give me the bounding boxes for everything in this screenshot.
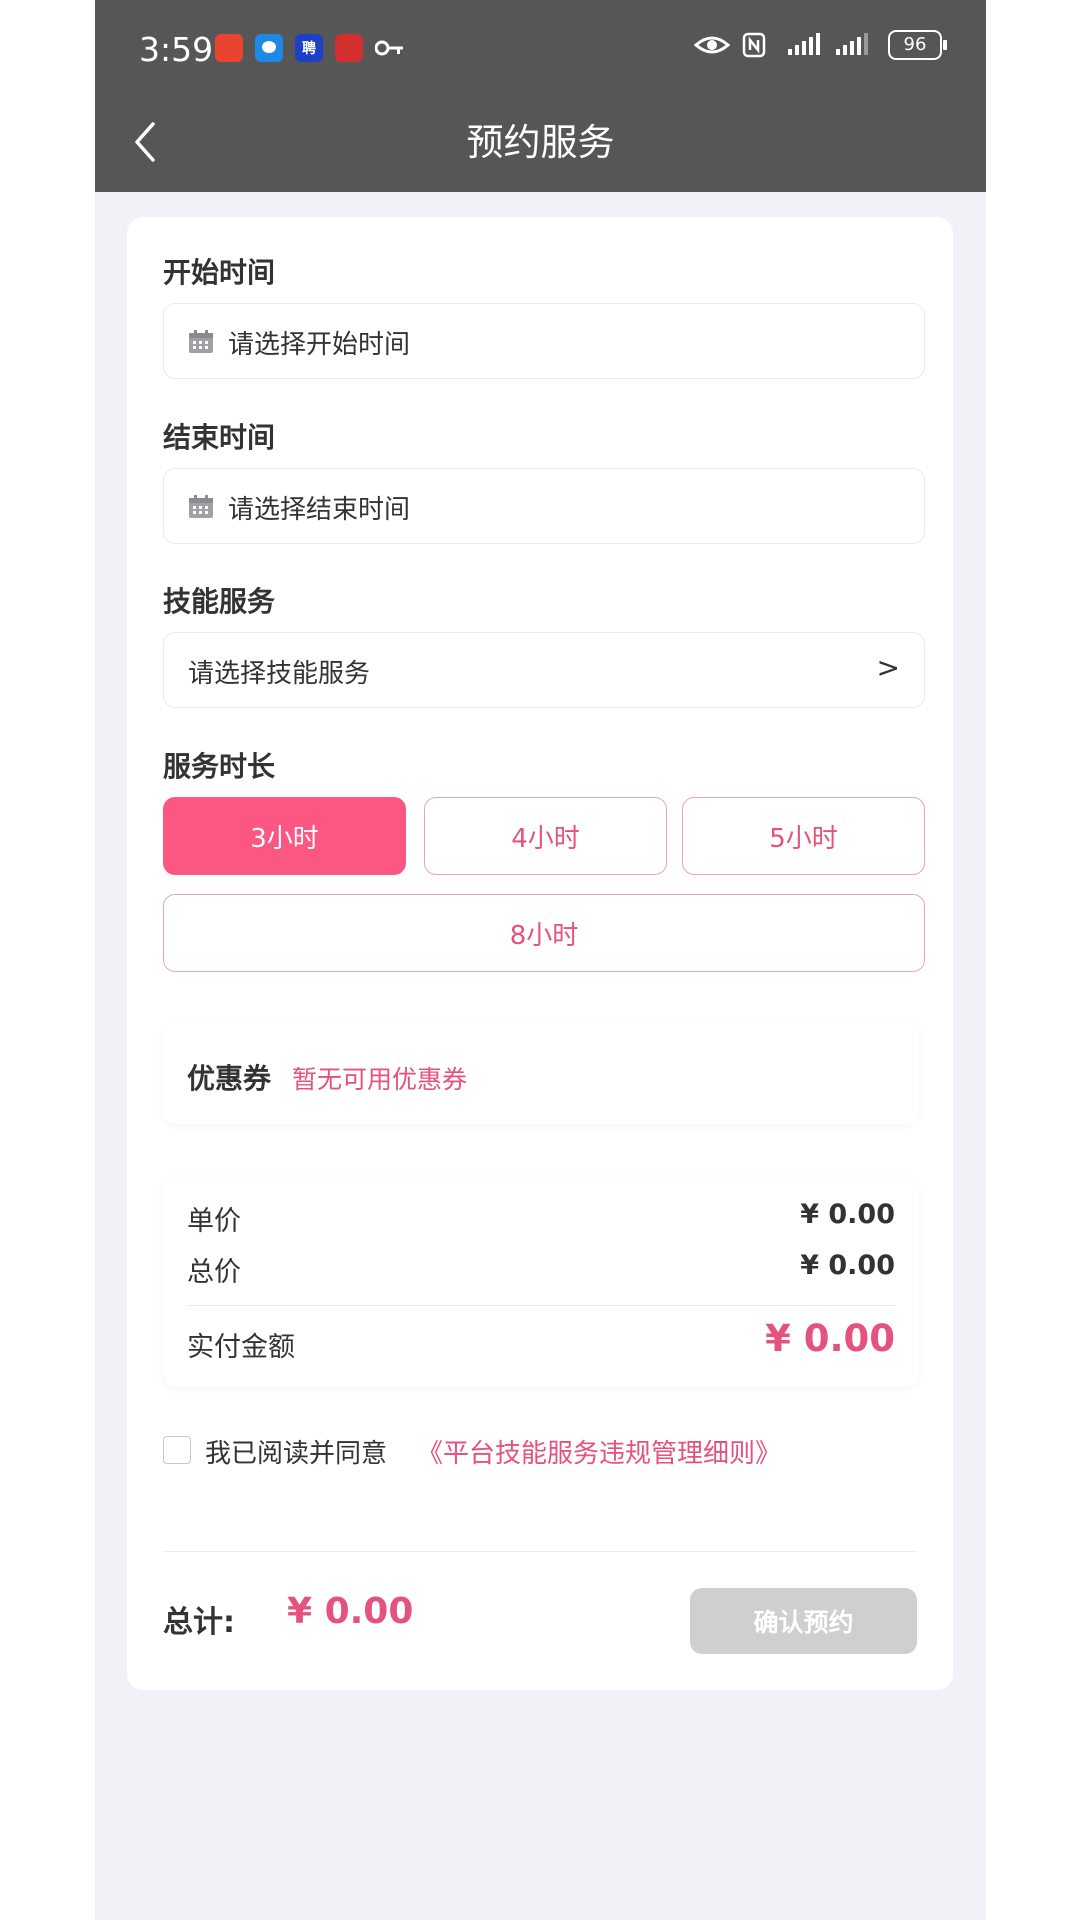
booking-card: 开始时间 请选择开始时间 结束时间 请选择结束时间 技能服务 请选择技能服务 >…: [127, 217, 953, 1690]
start-time-placeholder: 请选择开始时间: [228, 330, 411, 360]
agreement-checkbox[interactable]: [163, 1436, 191, 1464]
duration-option-3h[interactable]: 3小时: [163, 797, 406, 875]
agreement-link[interactable]: 《平台技能服务违规管理细则》: [417, 1433, 781, 1470]
status-time: 3:59: [139, 30, 214, 69]
duration-option-4h[interactable]: 4小时: [424, 797, 667, 875]
total-price-row: 总价 ¥ 0.00: [187, 1250, 895, 1289]
start-time-label: 开始时间: [163, 256, 276, 289]
duration-label: 服务时长: [163, 750, 276, 783]
page-title: 预约服务: [466, 121, 615, 164]
price-summary: 单价 ¥ 0.00 总价 ¥ 0.00 实付金额 ¥ 0.00: [163, 1177, 919, 1387]
battery-indicator: 96: [888, 30, 947, 60]
signal-icon-1: [788, 33, 820, 55]
app-icon-red: [215, 34, 243, 62]
phone-screen: 3:59 聘 96 预约服务 开始时间 请选择开始时间 结束时间 请选择结束时间…: [95, 0, 986, 1920]
eye-icon: [694, 36, 730, 54]
key-icon: [375, 40, 403, 56]
duration-option-5h[interactable]: 5小时: [682, 797, 925, 875]
top-bar: 3:59 聘 96 预约服务: [95, 0, 986, 192]
grand-total-value: ¥ 0.00: [287, 1591, 414, 1632]
chevron-right-icon: >: [876, 651, 900, 684]
notification-icons: 聘: [215, 34, 405, 62]
paid-amount-value: ¥ 0.00: [765, 1317, 895, 1360]
app-icon-recruit: 聘: [295, 34, 323, 62]
footer-divider: [163, 1551, 917, 1552]
app-icon-chat: [255, 34, 283, 62]
coupon-card[interactable]: 优惠券 暂无可用优惠券: [163, 1022, 919, 1124]
skill-service-select[interactable]: 请选择技能服务 >: [163, 632, 925, 708]
calendar-icon: [189, 495, 213, 518]
coupon-status: 暂无可用优惠券: [292, 1065, 468, 1094]
duration-option-8h[interactable]: 8小时: [163, 894, 925, 972]
price-divider: [187, 1305, 895, 1306]
app-icon-news: [335, 34, 363, 62]
unit-price-value: ¥ 0.00: [800, 1199, 895, 1230]
unit-price-row: 单价 ¥ 0.00: [187, 1199, 895, 1238]
signal-icon-2: [836, 33, 868, 55]
skill-service-label: 技能服务: [163, 585, 276, 618]
unit-price-label: 单价: [187, 1206, 241, 1237]
end-time-field[interactable]: 请选择结束时间: [163, 468, 925, 544]
status-right: 96: [694, 30, 947, 60]
coupon-label: 优惠券: [187, 1062, 272, 1095]
skill-service-placeholder: 请选择技能服务: [188, 659, 371, 689]
end-time-placeholder: 请选择结束时间: [228, 495, 411, 525]
chat-bubble-icon: [262, 41, 276, 53]
start-time-field[interactable]: 请选择开始时间: [163, 303, 925, 379]
agreement-text: 我已阅读并同意: [205, 1439, 388, 1469]
paid-amount-label: 实付金额: [187, 1332, 295, 1363]
nfc-icon: [742, 32, 766, 58]
grand-total-label: 总计:: [163, 1605, 235, 1640]
calendar-icon: [189, 330, 213, 353]
confirm-booking-button[interactable]: 确认预约: [690, 1588, 917, 1654]
total-price-label: 总价: [187, 1257, 241, 1288]
end-time-label: 结束时间: [163, 421, 276, 454]
total-price-value: ¥ 0.00: [800, 1250, 895, 1281]
